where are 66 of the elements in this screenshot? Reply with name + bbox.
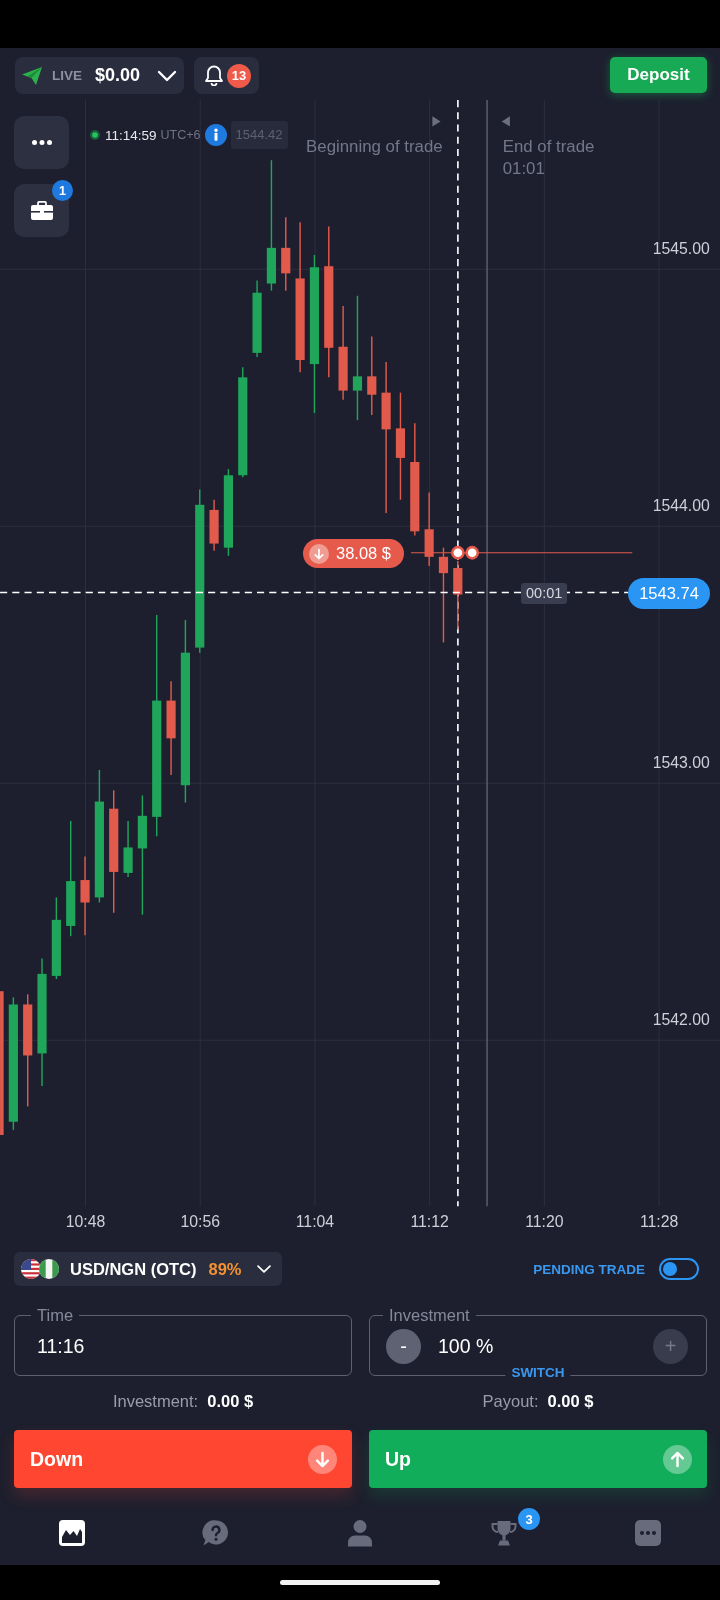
time-axis-label: 11:04: [295, 1213, 335, 1231]
chevron-down-icon: [157, 69, 177, 82]
notification-count-badge: 13: [227, 63, 251, 88]
time-axis-label: 11:12: [410, 1213, 449, 1231]
right-pointer-icon: [432, 116, 441, 127]
help-icon[interactable]: [202, 1519, 230, 1547]
summary-label: Payout:: [482, 1392, 539, 1410]
notifications-button[interactable]: 13: [194, 57, 259, 94]
trade-marker-icon: [465, 545, 480, 560]
price-axis-label: 1545.00: [652, 240, 710, 258]
summary-value: 0.00 $: [207, 1392, 254, 1410]
menu-button[interactable]: [14, 116, 69, 169]
nav-count-badge: 3: [518, 1508, 540, 1530]
up-button[interactable]: Up: [369, 1430, 707, 1488]
time-field[interactable]: Time 11:16: [14, 1306, 352, 1376]
bell-icon: [205, 65, 223, 86]
portfolio-count-badge: 1: [52, 180, 73, 201]
time-axis-label: 10:56: [180, 1213, 220, 1231]
current-price-tag: 1543.74: [628, 578, 710, 609]
investment-field-label: Investment: [388, 1306, 471, 1324]
more-icon[interactable]: [634, 1519, 662, 1547]
rising-candle: [123, 820, 133, 878]
us-flag-icon: [21, 1259, 41, 1279]
more-icon: [31, 140, 52, 145]
arrow-up-icon: [663, 1444, 692, 1474]
briefcase-icon: [30, 201, 53, 220]
paper-plane-icon: [22, 66, 42, 85]
summary-label: Investment:: [112, 1392, 199, 1410]
left-pointer-icon: [501, 116, 510, 127]
profile-icon[interactable]: [346, 1519, 374, 1547]
summary-value: 0.00 $: [547, 1392, 594, 1410]
arrow-down-icon: [309, 543, 329, 564]
time-value: 11:16: [37, 1334, 85, 1358]
price-axis-label: 1542.00: [652, 1011, 710, 1029]
pending-trade-toggle[interactable]: [659, 1258, 699, 1280]
falling-candle: [453, 560, 463, 630]
price-axis-label: 1544.00: [652, 497, 710, 515]
asset-selector[interactable]: USD/NGN (OTC) 89%: [14, 1252, 282, 1286]
down-button[interactable]: Down: [14, 1430, 352, 1488]
falling-candle: [209, 499, 219, 552]
price-axis-label: 1543.00: [652, 754, 710, 772]
beginning-of-trade-label: Beginning of trade: [306, 137, 443, 156]
timezone-label: UTC+6: [160, 128, 201, 142]
live-dot-icon: [90, 130, 100, 140]
countdown-tag: 00:01: [521, 583, 568, 604]
end-of-trade-label: End of trade: [502, 137, 595, 156]
investment-value: 100 %: [438, 1334, 494, 1358]
portfolio-button[interactable]: [14, 184, 69, 237]
deposit-button[interactable]: Deposit: [610, 57, 707, 93]
end-of-trade-timer: 01:01: [502, 159, 545, 179]
clock-time: 11:14:59: [105, 127, 157, 143]
trophy-icon[interactable]: [490, 1519, 518, 1547]
trade-amount: 38.08 $: [336, 544, 392, 563]
arrow-down-icon: [308, 1444, 337, 1474]
trade-marker-icon: [451, 545, 465, 560]
decrease-button[interactable]: -: [386, 1328, 421, 1364]
time-axis-label: 10:48: [65, 1213, 106, 1231]
account-selector[interactable]: LIVE $0.00: [15, 57, 184, 94]
time-field-label: Time: [36, 1306, 75, 1324]
chevron-down-icon: [257, 1265, 271, 1273]
chart-icon[interactable]: [58, 1519, 86, 1547]
info-icon[interactable]: [204, 124, 227, 146]
nigeria-flag-icon: [39, 1259, 59, 1279]
pending-trade-label: PENDING TRADE: [533, 1261, 645, 1277]
time-axis-label: 11:28: [639, 1213, 679, 1231]
time-axis-label: 11:20: [525, 1213, 564, 1231]
